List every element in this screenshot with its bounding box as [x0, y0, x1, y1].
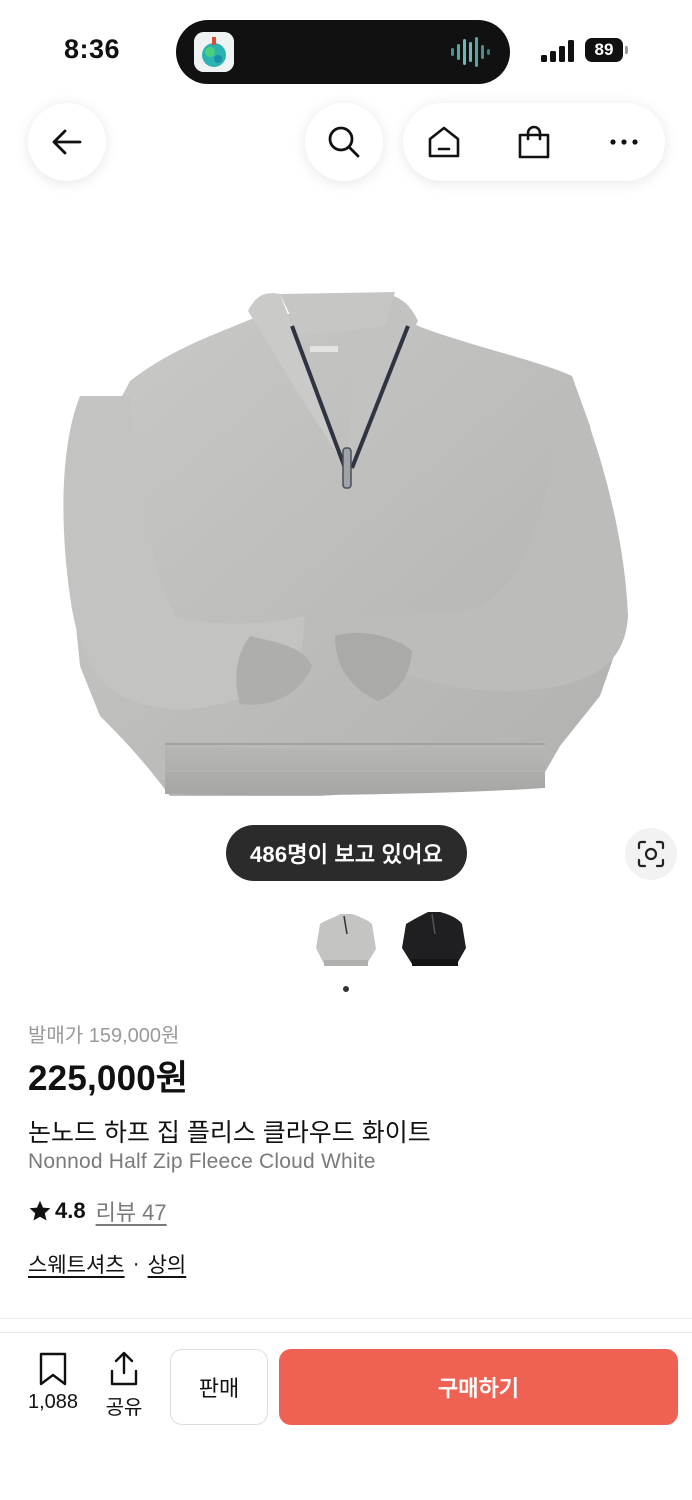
dynamic-island — [176, 20, 510, 84]
product-price: 225,000원 — [28, 1059, 189, 1098]
category-separator: · — [132, 1252, 140, 1275]
search-button[interactable] — [305, 103, 383, 181]
category-link-sweatshirt[interactable]: 스웨트셔츠 — [28, 1249, 125, 1279]
search-icon — [328, 126, 360, 158]
back-button[interactable] — [28, 103, 106, 181]
release-price: 발매가 159,000원 — [28, 1025, 180, 1047]
image-search-button[interactable] — [625, 828, 677, 880]
home-button[interactable] — [405, 103, 483, 181]
status-bar: 8:36 89 — [0, 0, 692, 96]
home-icon — [428, 126, 460, 158]
sell-button[interactable]: 판매 — [170, 1349, 268, 1425]
app-icon — [194, 32, 234, 72]
header-action-group — [403, 103, 665, 181]
bottom-bar-divider — [0, 1332, 692, 1333]
rating-row: 4.8 리뷰 47 — [28, 1196, 167, 1226]
divider — [0, 1318, 692, 1319]
cart-button[interactable] — [495, 103, 573, 181]
shopping-bag-icon — [518, 125, 550, 159]
save-count: 1,088 — [27, 1391, 79, 1413]
product-name-english: Nonnod Half Zip Fleece Cloud White — [28, 1150, 376, 1173]
arrow-left-icon — [52, 129, 82, 155]
battery-indicator: 89 — [585, 38, 629, 64]
thumbnail-black[interactable] — [398, 904, 470, 976]
viewer-count-badge: 486명이 보고 있어요 — [226, 825, 467, 881]
battery-level: 89 — [585, 38, 623, 62]
audio-wave-icon — [451, 37, 490, 67]
star-icon — [29, 1200, 51, 1221]
signal-icon — [541, 40, 574, 62]
product-name-korean: 논노드 하프 집 플리스 클라우드 화이트 — [28, 1119, 431, 1147]
category-breadcrumb: 스웨트셔츠 · 상의 — [28, 1249, 186, 1279]
review-link[interactable]: 리뷰 47 — [96, 1195, 167, 1227]
share-button[interactable]: 공유 — [100, 1351, 148, 1420]
image-search-icon — [637, 840, 665, 868]
share-icon — [110, 1351, 138, 1386]
battery-tip — [625, 46, 628, 54]
rating-value: 4.8 — [55, 1198, 86, 1223]
share-label: 공유 — [105, 1397, 143, 1419]
more-horizontal-icon — [610, 139, 638, 145]
buy-button[interactable]: 구매하기 — [279, 1349, 678, 1425]
bookmark-icon — [39, 1352, 67, 1386]
pagination-dot — [343, 986, 349, 992]
category-link-top[interactable]: 상의 — [148, 1249, 187, 1279]
more-button[interactable] — [585, 103, 663, 181]
thumbnail-grey[interactable] — [310, 904, 382, 976]
product-image[interactable] — [0, 196, 692, 896]
save-button[interactable]: 1,088 — [20, 1351, 86, 1414]
status-time: 8:36 — [64, 34, 121, 64]
